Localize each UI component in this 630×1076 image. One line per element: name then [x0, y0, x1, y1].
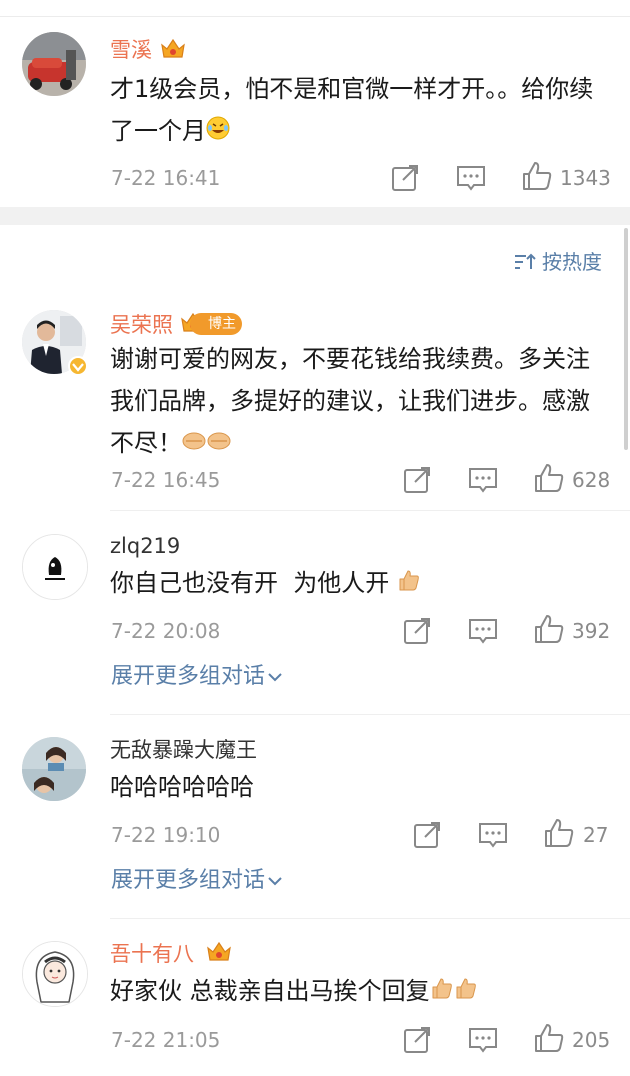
- username[interactable]: 无敌暴躁大魔王: [110, 736, 257, 764]
- row-divider: [110, 714, 630, 715]
- like-icon[interactable]: [543, 817, 575, 849]
- share-icon[interactable]: [401, 615, 433, 647]
- expand-replies-link[interactable]: 展开更多组对话: [111, 866, 283, 896]
- share-icon[interactable]: [401, 464, 433, 496]
- author-badge: 博主: [190, 313, 242, 335]
- like-count: 1343: [560, 166, 611, 190]
- comment-icon[interactable]: [467, 1024, 499, 1056]
- comment-text: 哈哈哈哈哈哈: [110, 773, 254, 801]
- thumbs-up-emoji-icon: [430, 971, 478, 1013]
- share-icon[interactable]: [401, 1024, 433, 1056]
- like-icon[interactable]: [533, 613, 565, 645]
- row-divider: [110, 510, 630, 511]
- laughing-tears-emoji-icon: [206, 111, 230, 153]
- like-count: 628: [572, 468, 611, 492]
- username[interactable]: 吴荣照: [110, 311, 173, 339]
- comment-text: 你自己也没有开 为他人开: [110, 562, 600, 605]
- like-count: 205: [572, 1028, 611, 1052]
- avatar[interactable]: [22, 32, 86, 96]
- username[interactable]: 雪溪: [110, 36, 152, 64]
- avatar[interactable]: [22, 534, 88, 600]
- comment-text: 谢谢可爱的网友，不要花钱给我续费。多关注我们品牌，多提好的建议，让我们进步。感激…: [110, 338, 600, 465]
- chevron-down-icon: [265, 664, 283, 689]
- comment-text: 好家伙 总裁亲自出马挨个回复: [110, 970, 600, 1013]
- row-divider: [110, 918, 630, 919]
- avatar[interactable]: [22, 737, 86, 801]
- verified-icon: [68, 356, 88, 376]
- thumbs-up-emoji-icon: [397, 563, 421, 605]
- chevron-down-icon: [265, 868, 283, 893]
- vip-crown-icon: [160, 37, 186, 61]
- handshake-emoji-icon: [182, 423, 232, 465]
- share-icon[interactable]: [411, 819, 443, 851]
- like-icon[interactable]: [533, 1022, 565, 1054]
- share-icon[interactable]: [389, 162, 421, 194]
- like-icon[interactable]: [521, 160, 553, 192]
- comment-icon[interactable]: [467, 615, 499, 647]
- username[interactable]: zlq219: [110, 532, 180, 560]
- avatar[interactable]: [22, 941, 88, 1007]
- top-divider: [0, 16, 630, 17]
- comment-icon[interactable]: [467, 464, 499, 496]
- comment-time: 7-22 20:08: [111, 619, 221, 643]
- like-icon[interactable]: [533, 462, 565, 494]
- expand-replies-link[interactable]: 展开更多组对话: [111, 662, 283, 692]
- comment-text: 才1级会员，怕不是和官微一样才开。。给你续了一个月: [110, 68, 600, 153]
- comment-icon[interactable]: [477, 819, 509, 851]
- section-divider: [0, 207, 630, 225]
- sort-button[interactable]: 按热度: [514, 248, 602, 276]
- username[interactable]: 吾十有八: [110, 940, 194, 968]
- vip-crown-icon: [206, 940, 232, 964]
- like-count: 392: [572, 619, 611, 643]
- like-count: 27: [583, 823, 609, 847]
- scrollbar[interactable]: [624, 228, 628, 450]
- sort-label: 按热度: [542, 250, 602, 274]
- comment-time: 7-22 21:05: [111, 1028, 221, 1052]
- comment-time: 7-22 16:41: [111, 166, 221, 190]
- comment-icon[interactable]: [455, 162, 487, 194]
- comment-time: 7-22 19:10: [111, 823, 221, 847]
- sort-icon: [514, 250, 542, 274]
- comment-time: 7-22 16:45: [111, 468, 221, 492]
